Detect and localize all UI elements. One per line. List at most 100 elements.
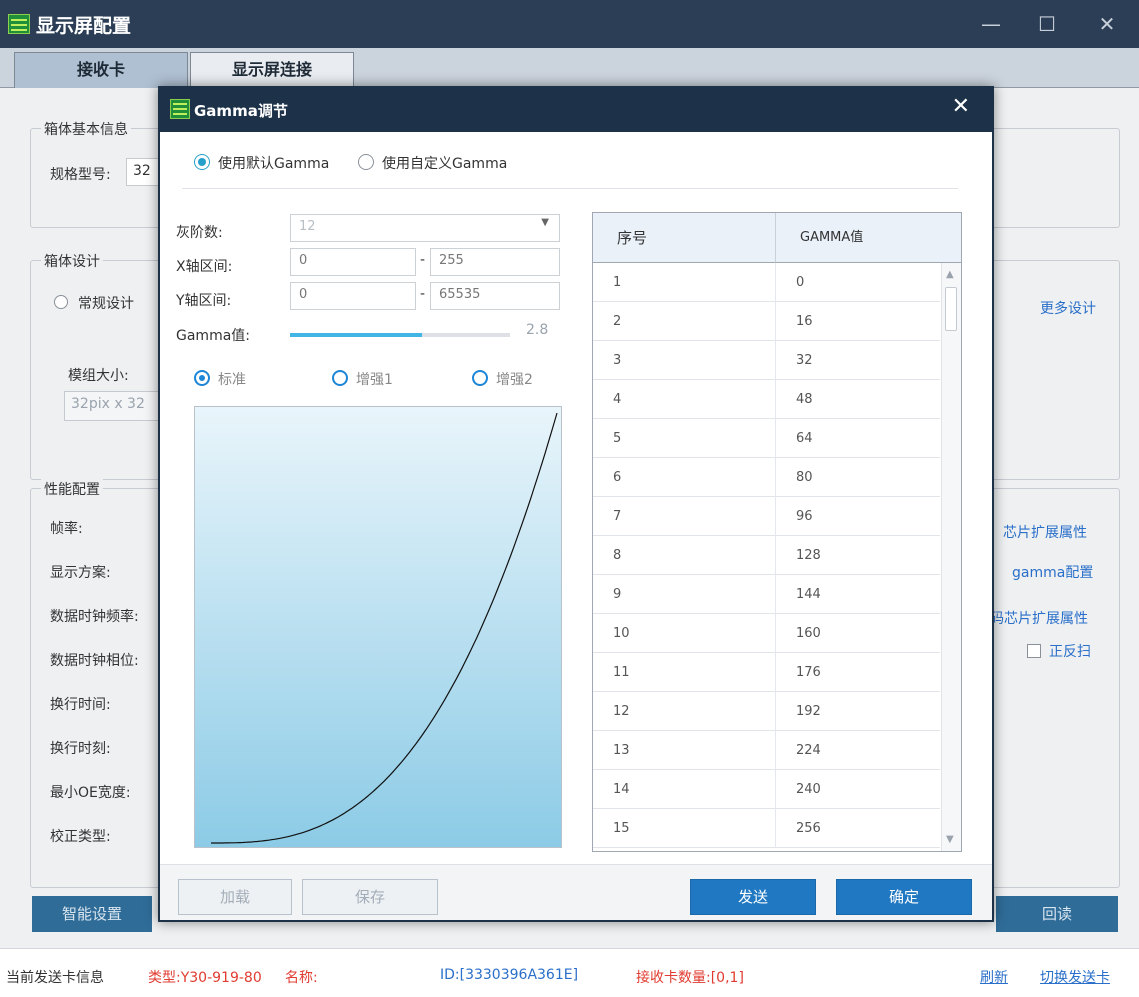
window-title: 显示屏配置 — [36, 15, 132, 37]
row-separator — [775, 575, 776, 614]
readback-button[interactable]: 回读 — [996, 896, 1118, 932]
gamma-slider[interactable] — [290, 333, 510, 337]
table-row[interactable]: 11 176 — [593, 653, 940, 692]
x-min-input[interactable]: 0 — [290, 248, 416, 276]
y-min-input[interactable]: 0 — [290, 282, 416, 310]
row-gamma-value: 96 — [796, 509, 813, 524]
table-row[interactable]: 3 32 — [593, 341, 940, 380]
gamma-value-text: 2.8 — [526, 322, 549, 338]
row-index: 9 — [613, 587, 622, 602]
row-separator — [775, 809, 776, 848]
row-index: 10 — [613, 626, 630, 641]
y-max-input[interactable]: 65535 — [430, 282, 560, 310]
table-row[interactable]: 6 80 — [593, 458, 940, 497]
table-row[interactable]: 2 16 — [593, 302, 940, 341]
smart-setup-button[interactable]: 智能设置 — [32, 896, 152, 932]
x-range-label: X轴区间: — [176, 259, 233, 275]
row-gamma-value: 48 — [796, 392, 813, 407]
row-gamma-value: 16 — [796, 314, 813, 329]
gamma-config-link[interactable]: gamma配置 — [1012, 562, 1093, 582]
scroll-up-icon[interactable]: ▲ — [946, 269, 954, 280]
perf-label-clock-phase: 数据时钟相位: — [50, 653, 139, 669]
send-button[interactable]: 发送 — [690, 879, 816, 915]
row-gamma-value: 224 — [796, 743, 821, 758]
table-row[interactable]: 5 64 — [593, 419, 940, 458]
status-bar: 当前发送卡信息 类型:Y30-919-80 名称: ID:[3330396A36… — [0, 948, 1139, 997]
dialog-close-icon[interactable]: ✕ — [952, 94, 970, 119]
default-gamma-label: 使用默认Gamma — [218, 156, 330, 172]
y-range-label: Y轴区间: — [176, 293, 232, 309]
tab-display-connection[interactable]: 显示屏连接 — [190, 52, 354, 88]
load-button[interactable]: 加载 — [178, 879, 292, 915]
table-row[interactable]: 10 160 — [593, 614, 940, 653]
gray-levels-select[interactable]: 12 ▼ — [290, 214, 560, 242]
curve-background — [195, 407, 561, 847]
row-index: 7 — [613, 509, 622, 524]
refresh-link[interactable]: 刷新 — [980, 967, 1008, 987]
preset-standard-radio[interactable] — [194, 370, 210, 386]
switch-sender-link[interactable]: 切换发送卡 — [1040, 967, 1110, 987]
performance-title: 性能配置 — [41, 479, 103, 499]
row-separator — [775, 341, 776, 380]
table-scrollbar[interactable]: ▲ ▼ — [941, 263, 961, 851]
close-icon[interactable]: ✕ — [1090, 10, 1124, 38]
table-body: 1 0 2 16 3 32 4 48 5 64 6 80 7 96 8 128 9 144 10 160 11 176 12… — [593, 263, 940, 848]
row-index: 8 — [613, 548, 622, 563]
chevron-down-icon: ▼ — [541, 217, 549, 228]
x-max-input[interactable]: 255 — [430, 248, 560, 276]
row-index: 4 — [613, 392, 622, 407]
scroll-down-icon[interactable]: ▼ — [946, 834, 954, 845]
gamma-slider-fill — [290, 333, 422, 337]
table-row[interactable]: 9 144 — [593, 575, 940, 614]
row-separator — [775, 458, 776, 497]
row-separator — [775, 380, 776, 419]
preset-enhance2-radio[interactable] — [472, 370, 488, 386]
main-title-bar: 显示屏配置 — ☐ ✕ — [0, 0, 1139, 48]
row-gamma-value: 240 — [796, 782, 821, 797]
table-row[interactable]: 8 128 — [593, 536, 940, 575]
table-row[interactable]: 4 48 — [593, 380, 940, 419]
minimize-icon[interactable]: — — [974, 10, 1008, 38]
gray-levels-label: 灰阶数: — [176, 225, 223, 241]
preset-enhance1-radio[interactable] — [332, 370, 348, 386]
dialog-app-icon — [170, 99, 190, 119]
dialog-footer: 加载 保存 发送 确定 — [160, 864, 992, 920]
preset-enhance1-label: 增强1 — [356, 372, 393, 388]
table-header-gamma: GAMMA值 — [776, 213, 961, 263]
gamma-dialog: Gamma调节 ✕ 使用默认Gamma 使用自定义Gamma 灰阶数: 12 ▼… — [158, 86, 994, 922]
x-range-dash: - — [420, 252, 426, 268]
scroll-thumb[interactable] — [945, 287, 957, 331]
custom-gamma-radio[interactable] — [358, 154, 374, 170]
ok-button[interactable]: 确定 — [836, 879, 972, 915]
row-separator — [775, 419, 776, 458]
row-gamma-value: 32 — [796, 353, 813, 368]
row-index: 2 — [613, 314, 622, 329]
y-range-dash: - — [420, 286, 426, 302]
status-name: 名称: — [285, 970, 318, 986]
table-row[interactable]: 13 224 — [593, 731, 940, 770]
table-row[interactable]: 14 240 — [593, 770, 940, 809]
tab-bar: 接收卡 显示屏连接 — [0, 48, 1139, 88]
row-index: 12 — [613, 704, 630, 719]
decoder-chip-ext-link[interactable]: 码芯片扩展属性 — [990, 608, 1088, 628]
row-separator — [775, 536, 776, 575]
tab-receiver-card[interactable]: 接收卡 — [14, 52, 188, 88]
maximize-icon[interactable]: ☐ — [1030, 10, 1064, 38]
status-card-count: 接收卡数量:[0,1] — [636, 970, 744, 986]
row-separator — [775, 731, 776, 770]
table-row[interactable]: 15 256 — [593, 809, 940, 848]
status-id: ID:[3330396A361E] — [440, 967, 579, 983]
chip-ext-link[interactable]: 芯片扩展属性 — [1003, 522, 1087, 542]
reverse-scan-checkbox[interactable] — [1027, 644, 1041, 658]
table-row[interactable]: 12 192 — [593, 692, 940, 731]
more-design-link[interactable]: 更多设计 — [1040, 298, 1096, 318]
table-row[interactable]: 10 — [593, 263, 940, 302]
table-row[interactable]: 7 96 — [593, 497, 940, 536]
save-button[interactable]: 保存 — [302, 879, 438, 915]
row-gamma-value: 256 — [796, 821, 821, 836]
default-gamma-radio[interactable] — [194, 154, 210, 170]
normal-design-radio[interactable] — [54, 295, 68, 309]
dialog-title-bar: Gamma调节 ✕ — [160, 88, 992, 132]
status-prefix: 当前发送卡信息 — [6, 970, 104, 986]
row-gamma-value: 176 — [796, 665, 821, 680]
